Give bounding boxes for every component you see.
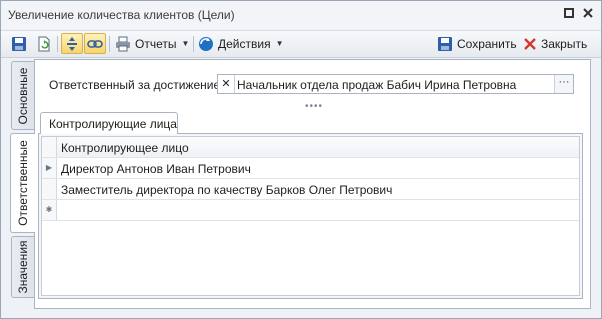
save-button[interactable]: Сохранить [437,33,517,54]
tab-main-label: Основные [16,67,30,124]
tab-responsible-label: Ответственные [16,140,30,226]
current-row-arrow-icon: ▶ [42,158,57,178]
close-icon[interactable] [581,7,595,21]
chevron-down-icon: ▼ [275,39,284,48]
actions-menu-button[interactable]: Действия ▼ [198,33,284,54]
actions-globe-icon [198,36,214,52]
reports-label: Отчеты [135,36,177,51]
controlling-persons-grid: Контролирующее лицо ▶ Директор Антонов И… [41,136,580,296]
column-header-controlling-person[interactable]: Контролирующее лицо [61,141,189,155]
table-row[interactable]: ▶ Директор Антонов Иван Петрович [42,158,579,179]
responsible-value: Начальник отдела продаж Бабич Ирина Петр… [237,78,517,92]
new-row-asterisk-icon: ✱ [42,200,57,220]
new-row[interactable]: ✱ [42,200,579,221]
close-button[interactable]: Закрыть [523,33,587,54]
chevron-down-icon: ▼ [181,39,190,48]
tab-responsible[interactable]: Ответственные [10,133,35,233]
toolbar-separator [57,36,58,52]
responsible-tab-content: Ответственный за достижение: ✕ Начальник… [34,59,591,309]
tab-values[interactable]: Значения [11,236,34,298]
table-cell[interactable]: Директор Антонов Иван Петрович [61,162,251,176]
refresh-document-icon[interactable] [36,33,52,54]
expand-vertical-icon[interactable] [61,33,83,54]
controlling-persons-panel: Контролирующее лицо ▶ Директор Антонов И… [38,133,583,299]
actions-label: Действия [218,36,271,51]
browse-ellipsis-button[interactable]: ··· [554,75,573,93]
grid-header-row: Контролирующее лицо [42,137,579,158]
restore-icon[interactable] [562,7,576,21]
title-bar: Увеличение количества клиентов (Цели) [1,1,601,29]
save-disk-icon[interactable] [11,33,27,54]
tab-controlling-persons-label: Контролирующие лица [49,117,177,131]
responsible-label: Ответственный за достижение: [49,78,224,92]
table-cell[interactable]: Заместитель директора по качеству Барков… [61,183,392,197]
reports-menu-button[interactable]: Отчеты ▼ [115,33,189,54]
tab-controlling-persons[interactable]: Контролирующие лица [40,112,178,134]
printer-icon [115,36,131,52]
row-indicator [42,179,57,199]
toolbar: Отчеты ▼ Действия ▼ Сохранить Закрыть [1,30,601,58]
window: Увеличение количества клиентов (Цели) От… [0,0,602,319]
table-row[interactable]: Заместитель директора по качеству Барков… [42,179,579,200]
save-disk-icon [437,36,453,52]
row-indicator [42,137,57,157]
clear-icon[interactable]: ✕ [218,75,235,93]
close-x-icon [523,37,537,51]
window-title: Увеличение количества клиентов (Цели) [8,8,235,22]
save-label: Сохранить [457,36,517,51]
close-label: Закрыть [541,36,588,51]
toolbar-separator [109,36,110,52]
responsible-field[interactable]: ✕ Начальник отдела продаж Бабич Ирина Пе… [217,74,574,94]
link-chain-icon[interactable] [84,33,106,54]
tab-values-label: Значения [16,240,30,294]
toolbar-separator [193,36,194,52]
tab-main[interactable]: Основные [11,61,34,130]
splitter-handle[interactable]: •••• [305,101,323,112]
